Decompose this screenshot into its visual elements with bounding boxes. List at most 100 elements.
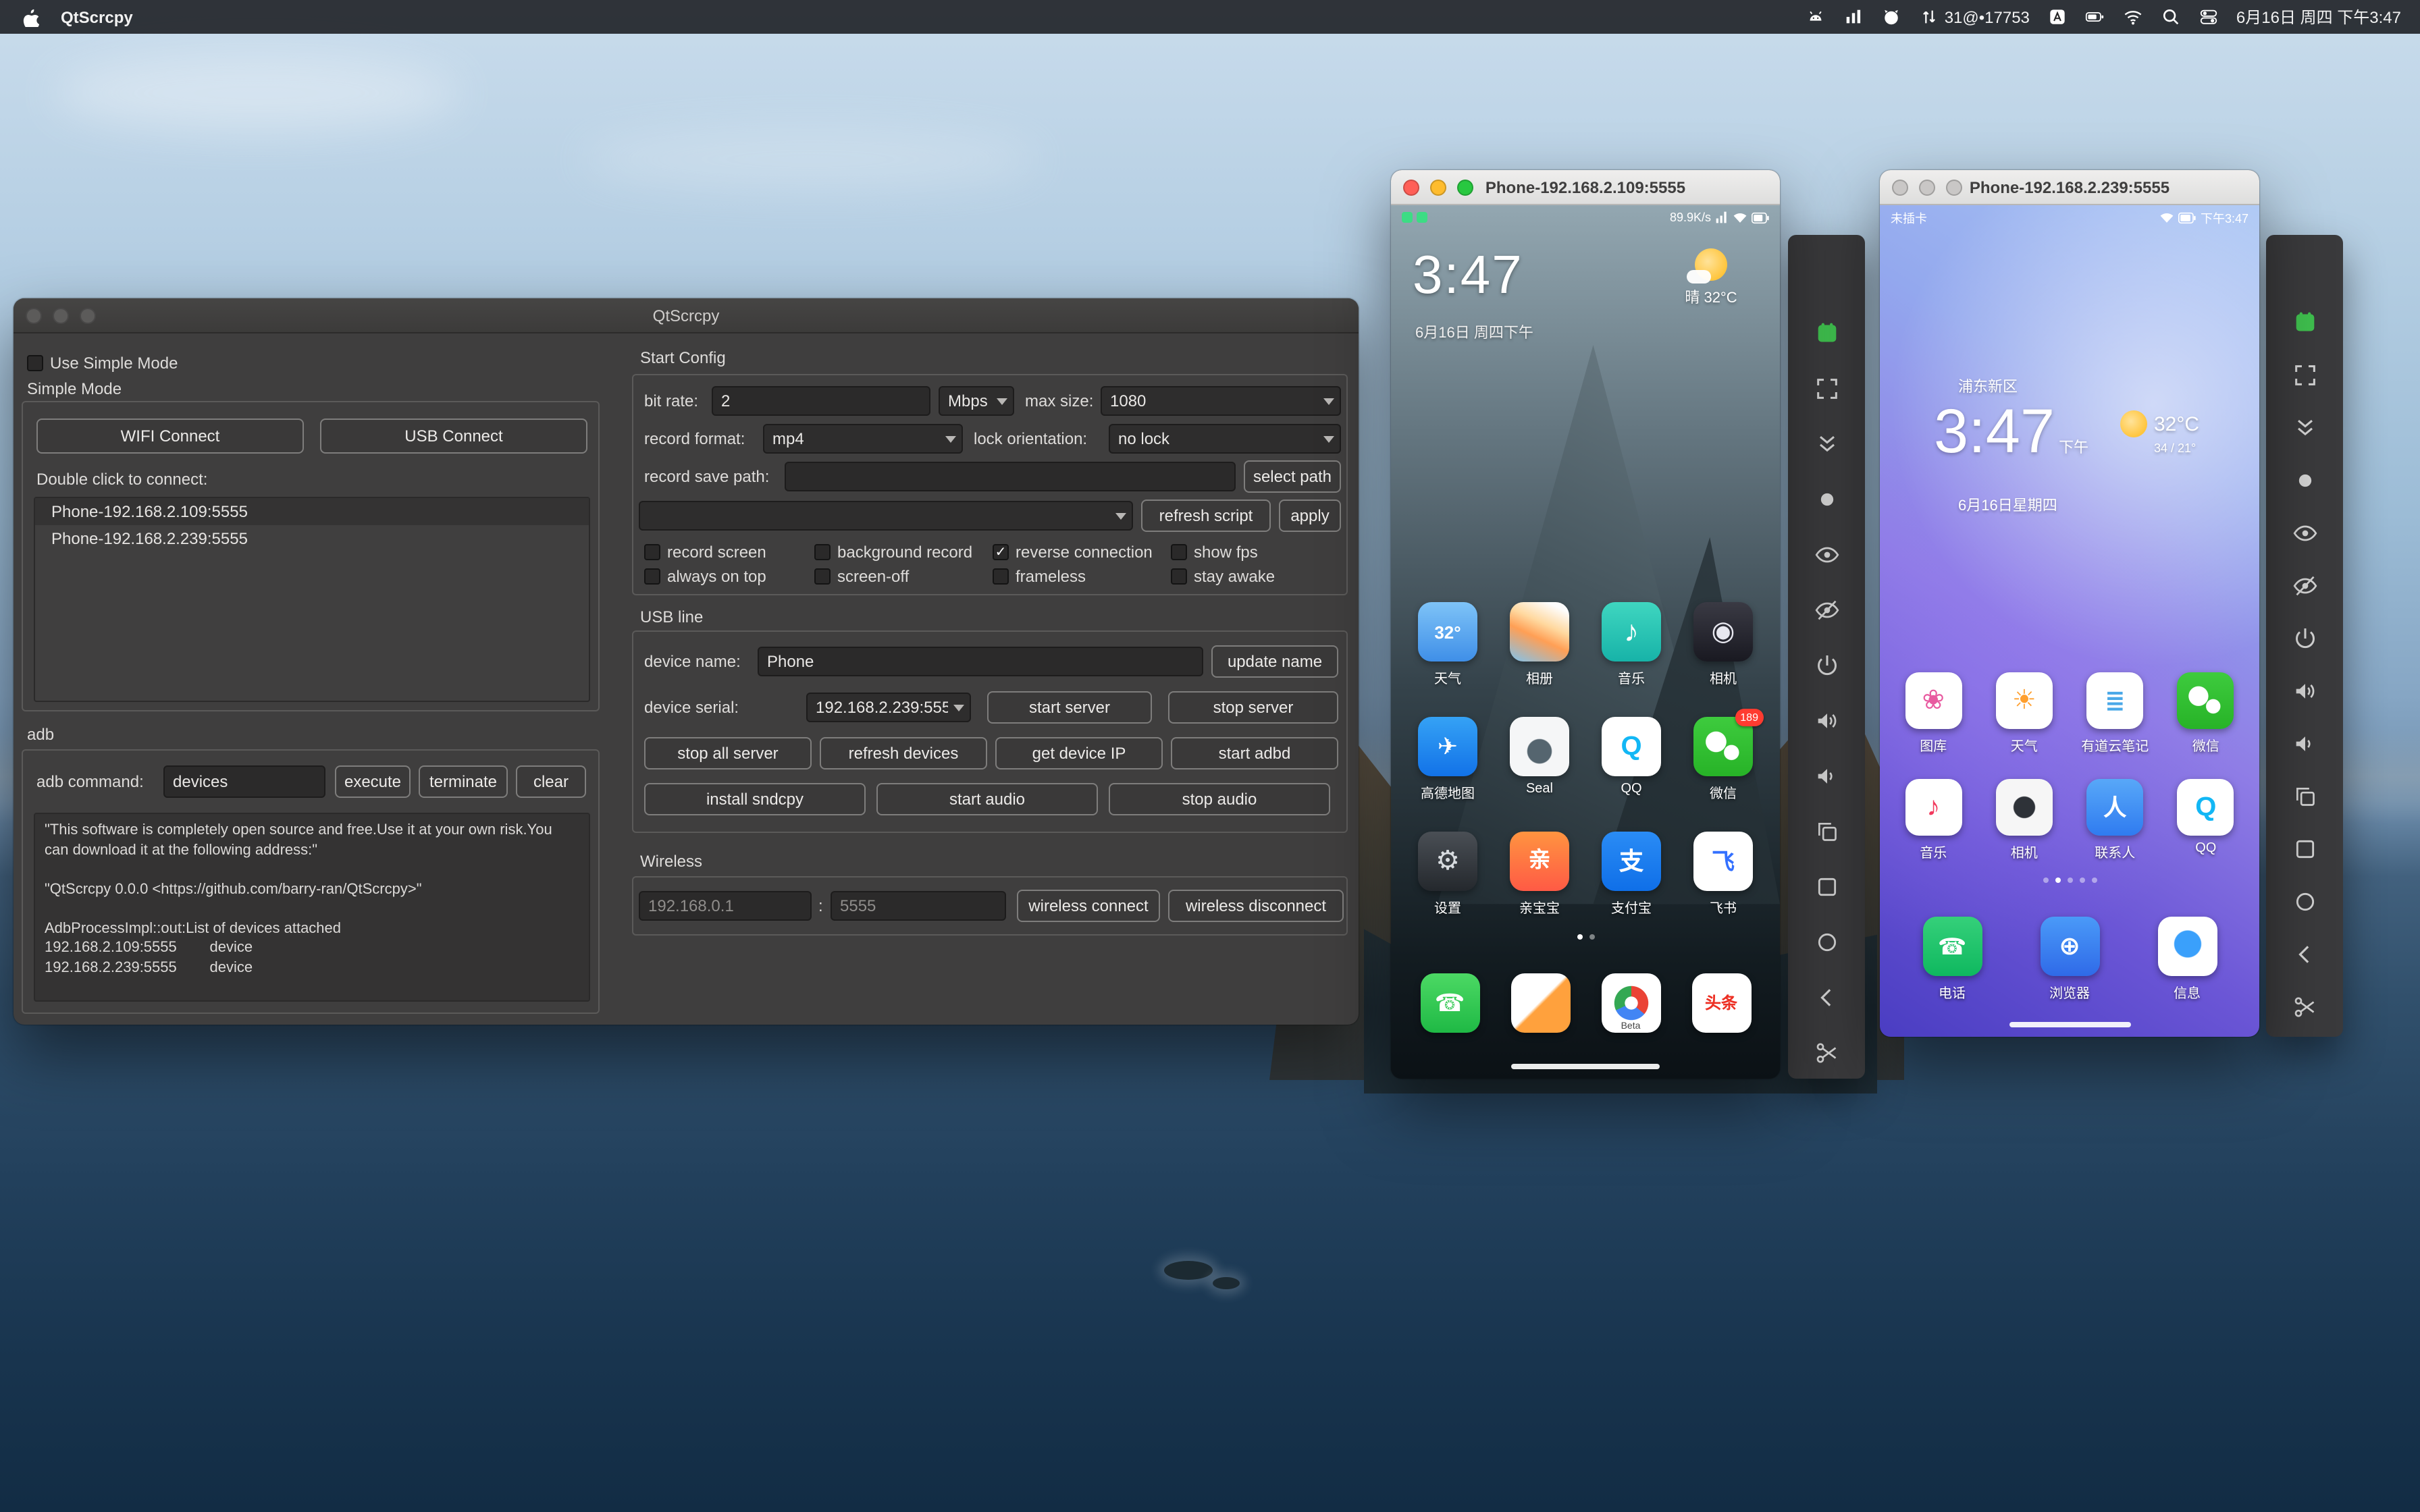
menubar-clock[interactable]: 6月16日 周四 下午3:47 [2236,5,2401,28]
github-icon[interactable] [1881,0,1901,34]
app-wechat[interactable]: 微信 [2164,672,2248,755]
app-icon[interactable] [2266,308,2343,338]
device-list-item[interactable]: Phone-192.168.2.109:5555 [35,498,589,525]
app-weather[interactable]: ☀ 天气 [1982,672,2066,755]
device-serial-select[interactable]: 192.168.2.239:5555 [806,693,971,722]
minimize-button[interactable] [1430,180,1446,196]
phone2-screen[interactable]: 未插卡 下午3:47 浦东新区 3:47 下午 32°C 34 / 21° 6月1… [1880,205,2259,1037]
updown-arrows-icon[interactable]: 31@•17753 [1919,0,2030,34]
close-button[interactable] [1892,180,1908,196]
close-button[interactable] [1403,180,1419,196]
checkbox-reverse-connection[interactable]: ✓ reverse connection [993,543,1153,562]
volume-down-icon[interactable] [1788,761,1865,791]
refresh-devices-button[interactable]: refresh devices [820,737,987,770]
app-weather[interactable]: 32° 天气 [1406,602,1490,687]
app-phone[interactable]: ☎ 电话 [1910,917,1994,1002]
app-youdao-note[interactable]: ≣ 有道云笔记 [2073,672,2157,755]
lock-orientation-select[interactable]: no lock [1109,424,1341,454]
select-path-button[interactable]: select path [1244,460,1341,493]
usb-connect-button[interactable]: USB Connect [320,418,587,454]
bit-rate-unit-select[interactable]: Mbps [939,386,1014,416]
app-settings[interactable]: ⚙ 设置 [1406,832,1490,917]
screen-off-icon[interactable] [1788,595,1865,625]
home-indicator[interactable] [2009,1022,2130,1027]
menubar-app-name[interactable]: QtScrcpy [61,7,133,26]
app-icon[interactable] [1788,319,1865,348]
checkbox-stay-awake[interactable]: stay awake [1171,567,1275,586]
apple-menu-icon[interactable] [19,0,39,34]
weather-widget[interactable]: 晴 32°C [1658,248,1764,308]
fullscreen-icon[interactable] [1788,374,1865,404]
search-icon[interactable] [2161,0,2181,34]
overview-icon[interactable] [2266,834,2343,864]
volume-up-icon[interactable] [1788,706,1865,736]
app-camera[interactable]: 相机 [1982,779,2066,861]
home-icon[interactable] [2266,887,2343,917]
checkbox-record-screen[interactable]: record screen [644,543,766,562]
terminate-button[interactable]: terminate [419,765,508,798]
back-icon[interactable] [2266,940,2343,969]
app-music[interactable]: ♪ 音乐 [1589,602,1673,687]
touch-icon[interactable] [1788,485,1865,514]
input-source-icon[interactable] [2047,0,2068,34]
max-size-select[interactable]: 1080 [1101,386,1341,416]
wireless-disconnect-button[interactable]: wireless disconnect [1168,890,1344,922]
screenshot-icon[interactable] [1788,1038,1865,1068]
app-seal[interactable]: Seal [1498,717,1581,802]
checkbox-show-fps[interactable]: show fps [1171,543,1258,562]
app-browser[interactable]: ⊕ 浏览器 [2028,917,2111,1002]
stop-server-button[interactable]: stop server [1168,691,1338,724]
wifi-connect-button[interactable]: WIFI Connect [36,418,304,454]
checkbox-screen-off[interactable]: screen-off [814,567,909,586]
execute-button[interactable]: execute [335,765,411,798]
checkbox-background-record[interactable]: background record [814,543,972,562]
app-alipay[interactable]: 支支付宝 [1589,832,1673,917]
screen-on-icon[interactable] [1788,540,1865,570]
overview-icon[interactable] [1788,872,1865,902]
volume-down-icon[interactable] [2266,729,2343,759]
checkbox-always-on-top[interactable]: always on top [644,567,766,586]
bit-rate-input[interactable] [712,386,930,416]
minimize-button[interactable] [53,308,69,324]
app-camera[interactable]: ◉ 相机 [1681,602,1765,687]
touch-icon[interactable] [2266,466,2343,495]
home-indicator[interactable] [1511,1064,1660,1069]
stop-all-server-button[interactable]: stop all server [644,737,812,770]
screenshot-icon[interactable] [2266,992,2343,1022]
zoom-button[interactable] [80,308,96,324]
notifications-icon[interactable] [2266,413,2343,443]
power-icon[interactable] [2266,624,2343,653]
app-music[interactable]: ♪ 音乐 [1891,779,1975,861]
app-gallery[interactable]: 相册 [1498,602,1581,687]
checkbox-frameless[interactable]: frameless [993,567,1086,586]
battery-icon[interactable] [2085,0,2105,34]
stop-audio-button[interactable]: stop audio [1109,783,1330,815]
back-icon[interactable] [1788,983,1865,1013]
use-simple-mode-checkbox[interactable]: Use Simple Mode [27,354,178,373]
minimize-button[interactable] [1919,180,1935,196]
wifi-icon[interactable] [2123,0,2143,34]
app-messages[interactable]: 信息 [2145,917,2229,1002]
home-icon[interactable] [1788,927,1865,957]
start-server-button[interactable]: start server [987,691,1152,724]
install-sndcpy-button[interactable]: install sndcpy [644,783,866,815]
phone1-screen[interactable]: 89.9K/s 3:47 6月16日 周四下午 晴 32°C 32° 天气 相册 ♪ 音… [1391,205,1780,1079]
app-amap[interactable]: ✈ 高德地图 [1406,717,1490,802]
wireless-port-input[interactable] [831,891,1006,921]
screen-off-icon[interactable] [2266,571,2343,601]
zoom-button[interactable] [1946,180,1962,196]
qtscrcpy-titlebar[interactable]: QtScrcpy [14,298,1359,333]
app-toutiao[interactable]: 头条 [1679,973,1763,1033]
app-qinbaobao[interactable]: 亲亲宝宝 [1498,832,1581,917]
android-icon[interactable] [1806,0,1826,34]
app-chrome-beta[interactable]: Beta [1589,973,1673,1033]
refresh-script-button[interactable]: refresh script [1141,500,1271,532]
start-adbd-button[interactable]: start adbd [1171,737,1338,770]
app-feishu[interactable]: 飞飞书 [1681,832,1765,917]
volume-up-icon[interactable] [2266,676,2343,706]
zoom-button[interactable] [1457,180,1473,196]
script-select[interactable] [639,501,1133,531]
clear-button[interactable]: clear [516,765,586,798]
phone2-titlebar[interactable]: Phone-192.168.2.239:5555 [1880,170,2259,205]
app-switch-icon[interactable] [2266,782,2343,811]
